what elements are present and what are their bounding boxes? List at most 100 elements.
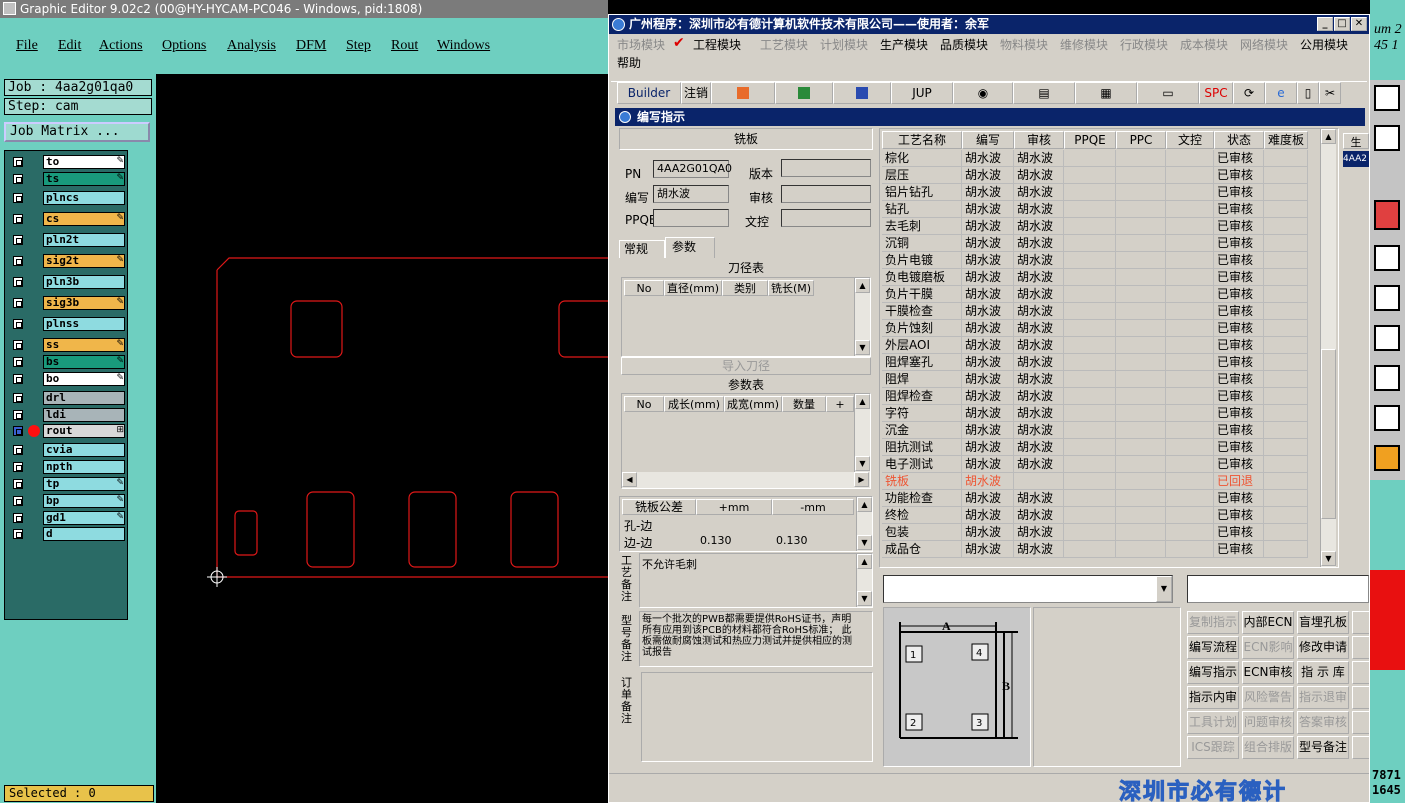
action-button-22[interactable]: 型号备注 (1297, 736, 1349, 759)
grid-scrollbar[interactable]: ▲ ▼ (1320, 129, 1336, 567)
action-button-13[interactable]: 风险警告 (1242, 686, 1294, 709)
layer-checkbox[interactable] (13, 513, 23, 523)
view-button[interactable]: ◉ (953, 82, 1013, 104)
tab-general[interactable]: 常规 (619, 240, 665, 258)
action-button-19[interactable] (1352, 711, 1369, 734)
action-button-2[interactable]: 盲埋孔板 (1297, 611, 1349, 634)
scroll-thumb[interactable] (1321, 349, 1336, 519)
writer-field[interactable]: 胡水波 (653, 185, 729, 203)
word-button[interactable] (833, 82, 891, 104)
layer-checkbox[interactable] (13, 357, 23, 367)
edit-pen-icon[interactable]: ✎ (116, 512, 124, 522)
close-icon[interactable]: ✕ (1351, 17, 1367, 31)
layer-name[interactable]: pln2t (43, 233, 125, 247)
col-plus-mm[interactable]: +mm (696, 499, 772, 515)
edit-pen-icon[interactable]: ⊞ (116, 425, 124, 435)
edit-pen-icon[interactable]: ✎ (116, 339, 124, 349)
version-field[interactable] (781, 159, 871, 177)
layer-checkbox[interactable] (13, 256, 23, 266)
edit-pen-icon[interactable]: ✎ (116, 478, 124, 488)
grid-col-1[interactable]: 编写 (962, 131, 1014, 149)
shape-icon[interactable] (1374, 405, 1400, 431)
tol-minus-value[interactable]: 0.130 (776, 534, 808, 547)
action-button-0[interactable]: 复制指示 (1187, 611, 1239, 634)
scroll-up-icon[interactable]: ▲ (855, 278, 870, 293)
layer-name[interactable]: tp (43, 477, 125, 491)
grid-col-3[interactable]: PPQE (1064, 131, 1116, 149)
new-doc-button[interactable]: ▯ (1297, 82, 1319, 104)
layer-row-ss[interactable]: ss ✎ (7, 338, 127, 352)
layer-name[interactable]: plnss (43, 317, 125, 331)
import-tool-button[interactable]: 导入刀径 (621, 357, 871, 375)
layer-row-bo[interactable]: bo ✎ (7, 372, 127, 386)
layer-row-cvia[interactable]: cvia (7, 443, 127, 457)
edit-pen-icon[interactable]: ✎ (116, 356, 124, 366)
menu-file[interactable]: File (16, 38, 38, 54)
action-button-14[interactable]: 指示退审 (1297, 686, 1349, 709)
home-icon[interactable] (1374, 85, 1400, 111)
layer-checkbox[interactable] (13, 193, 23, 203)
layer-row-rout[interactable]: rout ⊞ (7, 424, 127, 438)
scroll-down-icon[interactable]: ▼ (857, 535, 872, 550)
excel-button[interactable] (775, 82, 833, 104)
action-button-12[interactable]: 指示内审 (1187, 686, 1239, 709)
tol-plus-value[interactable]: 0.130 (700, 534, 732, 547)
menu-help[interactable]: 帮助 (617, 54, 641, 71)
layer-checkbox[interactable] (13, 426, 23, 436)
scroll-up-icon[interactable]: ▲ (1321, 129, 1336, 144)
module-material[interactable]: 物料模块 (1000, 36, 1048, 53)
module-production[interactable]: 生产模块 (880, 36, 928, 53)
layer-row-plncs[interactable]: plncs (7, 191, 127, 205)
layer-row-to[interactable]: to ✎ (7, 155, 127, 169)
layer-row-ts[interactable]: ts ✎ (7, 172, 127, 186)
builder-button[interactable]: Builder (617, 82, 681, 104)
layer-row-sig2t[interactable]: sig2t ✎ (7, 254, 127, 268)
wenkong-field[interactable] (781, 209, 871, 227)
menu-options[interactable]: Options (162, 38, 206, 54)
layer-name[interactable]: npth (43, 460, 125, 474)
layer-checkbox[interactable] (13, 214, 23, 224)
graphic-canvas[interactable] (156, 74, 620, 803)
module-engineering[interactable]: 工程模块 (693, 36, 741, 53)
grid-col-7[interactable]: 难度板 (1264, 131, 1308, 149)
menu-analysis[interactable]: Analysis (227, 38, 276, 54)
module-maintenance[interactable]: 维修模块 (1060, 36, 1108, 53)
action-button-11[interactable]: 相 (1352, 661, 1369, 684)
action-button-9[interactable]: ECN审核 (1242, 661, 1294, 684)
ppqe-field[interactable] (653, 209, 729, 227)
action-button-7[interactable]: 合 (1352, 636, 1369, 659)
layer-checkbox[interactable] (13, 410, 23, 420)
col-plus[interactable]: + (826, 396, 854, 412)
scroll-down-icon[interactable]: ▼ (857, 591, 872, 606)
col-qty[interactable]: 数量 (782, 396, 826, 412)
close-x-icon[interactable] (3, 2, 16, 15)
maximize-icon[interactable]: □ (1334, 17, 1350, 31)
edit-pen-icon[interactable]: ✎ (116, 173, 124, 183)
layer-name[interactable]: bo (43, 372, 125, 386)
side-tab[interactable]: 生 (1343, 133, 1369, 149)
action-button-8[interactable]: 编写指示 (1187, 661, 1239, 684)
layer-checkbox[interactable] (13, 529, 23, 539)
layer-name[interactable]: plncs (43, 191, 125, 205)
tol-scrollbar[interactable]: ▲ ▼ (856, 497, 872, 551)
layer-name[interactable]: bs (43, 355, 125, 369)
layer-row-tp[interactable]: tp ✎ (7, 477, 127, 491)
side-cell[interactable]: 4AA2 (1343, 151, 1369, 167)
layer-row-plnss[interactable]: plnss (7, 317, 127, 331)
layer-checkbox[interactable] (13, 277, 23, 287)
layer-name[interactable]: gd1 (43, 511, 125, 525)
layer-name[interactable]: ss (43, 338, 125, 352)
process-dropdown[interactable]: ▼ (883, 575, 1173, 603)
minimize-icon[interactable]: _ (1317, 17, 1333, 31)
layer-name[interactable]: pln3b (43, 275, 125, 289)
search-input[interactable] (1187, 575, 1369, 603)
chevron-down-icon[interactable]: ▼ (1156, 576, 1172, 602)
scroll-up-icon[interactable]: ▲ (855, 394, 870, 409)
ppt-button[interactable] (711, 82, 775, 104)
layer-name[interactable]: to (43, 155, 125, 169)
ruler-icon[interactable] (1374, 245, 1400, 271)
param-hscrollbar[interactable]: ◀ ▶ (622, 472, 870, 488)
action-button-15[interactable]: 工 (1352, 686, 1369, 709)
process-note[interactable]: 不允许毛刺 ▲ ▼ (639, 553, 873, 608)
menu-dfm[interactable]: DFM (296, 38, 326, 54)
